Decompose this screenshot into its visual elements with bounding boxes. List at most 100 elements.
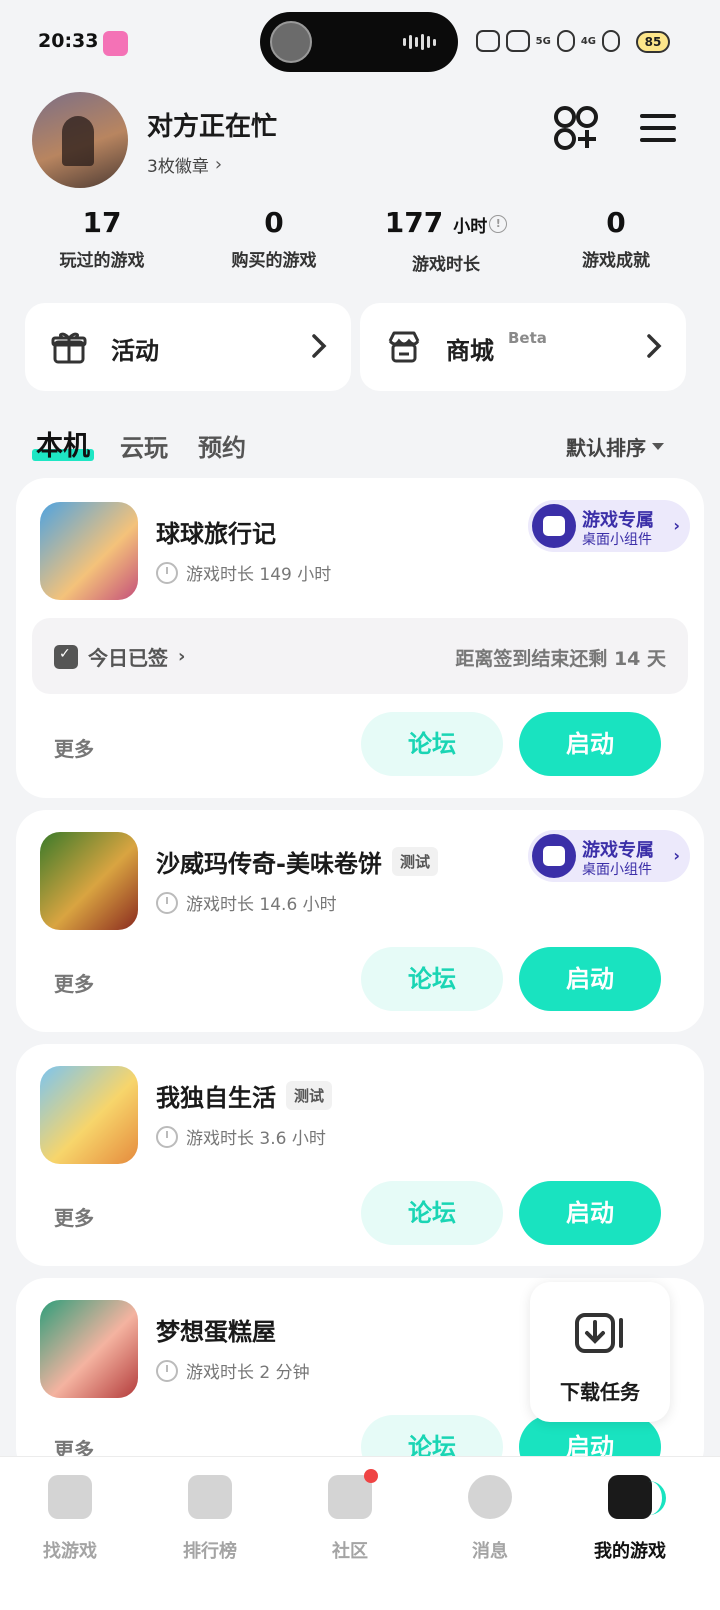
info-icon[interactable]: ! (489, 215, 508, 233)
calendar-check-icon (54, 644, 78, 669)
forum-button[interactable]: 论坛 (361, 1181, 503, 1245)
tab-local[interactable]: 本机 (32, 424, 94, 463)
nav-label: 消息 (472, 1541, 508, 1562)
widget-subtitle: 桌面小组件 (582, 532, 652, 548)
status-icons: 5G 4G (475, 30, 620, 52)
chevron-right-icon (647, 334, 662, 358)
rankings-icon (188, 1475, 232, 1519)
stat-label: 购买的游戏 (231, 251, 317, 271)
gamepad-icon (532, 504, 576, 548)
sort-dropdown[interactable]: 默认排序 (566, 432, 664, 461)
notify-icon (505, 30, 530, 52)
more-button[interactable]: 更多 (54, 733, 94, 762)
badges-link[interactable]: 3枚徽章 › (147, 152, 222, 177)
widget-subtitle: 桌面小组件 (582, 862, 652, 878)
stat-value: 0 (606, 206, 626, 239)
tab-reserve[interactable]: 预约 (198, 428, 246, 463)
game-icon (40, 832, 138, 930)
widget-pill-button[interactable]: 游戏专属 桌面小组件 › (528, 500, 690, 552)
game-playtime-row: 游戏时长 2 分钟 (156, 1358, 310, 1383)
stat-played-games[interactable]: 17 玩过的游戏 (16, 206, 188, 271)
game-playtime: 游戏时长 149 小时 (186, 565, 332, 585)
game-tabs: 本机 云玩 预约 (32, 424, 246, 463)
signal-icon (602, 30, 620, 52)
store-card[interactable]: 商城 Beta (360, 303, 686, 391)
game-icon (40, 1066, 138, 1164)
dynamic-island[interactable] (260, 12, 458, 72)
chat-bubble-icon (468, 1475, 512, 1519)
activity-label: 活动 (111, 337, 159, 365)
stat-unit: 小时 (453, 217, 488, 237)
bottom-nav: 找游戏 排行榜 社区 消息 我的游戏 (0, 1456, 720, 1610)
widget-pill-button[interactable]: 游戏专属 桌面小组件 › (528, 830, 690, 882)
stat-playtime[interactable]: 177 小时! 游戏时长 (360, 206, 532, 275)
game-icon (40, 1300, 138, 1398)
game-title-row: 我独自生活 测试 (156, 1078, 333, 1113)
game-title: 球球旅行记 (156, 520, 276, 548)
game-card[interactable]: 球球旅行记 游戏时长 149 小时 游戏专属 桌面小组件 › 今日已签 › 距离… (16, 478, 704, 798)
nav-label: 找游戏 (43, 1541, 97, 1562)
timer-icon (156, 891, 178, 914)
store-icon (388, 331, 420, 363)
badges-label: 3枚徽章 (147, 157, 209, 177)
nav-find-games[interactable]: 找游戏 (10, 1475, 130, 1563)
notification-dot (364, 1469, 378, 1483)
status-time: 20:33 (38, 30, 99, 52)
caret-down-icon (652, 443, 664, 450)
game-playtime-row: 游戏时长 3.6 小时 (156, 1124, 326, 1149)
gamepad-icon (608, 1475, 666, 1519)
chevron-right-icon: › (214, 154, 223, 175)
stat-label: 游戏成就 (582, 251, 650, 271)
stat-value: 17 (82, 206, 122, 239)
battery-icon: 85 (636, 31, 670, 53)
tab-cloud[interactable]: 云玩 (120, 428, 168, 463)
download-tasks-button[interactable]: 下载任务 (530, 1282, 670, 1422)
find-games-icon (48, 1475, 92, 1519)
sort-label: 默认排序 (566, 436, 646, 460)
menu-button[interactable] (634, 104, 682, 152)
game-title: 我独自生活 (156, 1084, 276, 1112)
timer-icon (156, 1359, 178, 1382)
game-title: 沙威玛传奇-美味卷饼 (156, 850, 382, 878)
nav-label: 社区 (332, 1541, 368, 1562)
signal-icon (556, 30, 575, 52)
chevron-right-icon: › (178, 646, 186, 667)
game-playtime-row: 游戏时长 14.6 小时 (156, 890, 337, 915)
game-title-row: 梦想蛋糕屋 (156, 1312, 276, 1347)
launch-button[interactable]: 启动 (519, 1181, 661, 1245)
nav-label: 我的游戏 (594, 1541, 666, 1562)
avatar[interactable] (32, 92, 128, 188)
nav-label: 排行榜 (183, 1541, 237, 1562)
timer-icon (156, 1125, 178, 1148)
checkin-remaining: 距离签到结束还剩 14 天 (455, 648, 666, 670)
chevron-right-icon: › (673, 516, 680, 535)
apps-grid-button[interactable] (552, 104, 600, 152)
launch-button[interactable]: 启动 (519, 947, 661, 1011)
stat-value-row: 177 小时! (360, 206, 532, 244)
gamepad-icon (532, 834, 576, 878)
profile-name: 对方正在忙 (147, 112, 278, 142)
nav-community[interactable]: 社区 (290, 1469, 410, 1563)
test-tag: 测试 (391, 847, 438, 876)
more-button[interactable]: 更多 (54, 1202, 94, 1231)
game-icon (40, 502, 138, 600)
game-card[interactable]: 我独自生活 测试 游戏时长 3.6 小时 更多 论坛 启动 (16, 1044, 704, 1266)
checkin-bar[interactable]: 今日已签 › 距离签到结束还剩 14 天 (32, 618, 688, 694)
nav-messages[interactable]: 消息 (430, 1475, 550, 1563)
game-playtime: 游戏时长 14.6 小时 (186, 895, 337, 915)
game-card[interactable]: 沙威玛传奇-美味卷饼 测试 游戏时长 14.6 小时 游戏专属 桌面小组件 › … (16, 810, 704, 1032)
more-button[interactable]: 更多 (54, 968, 94, 997)
nav-rankings[interactable]: 排行榜 (150, 1475, 270, 1563)
forum-button[interactable]: 论坛 (361, 712, 503, 776)
forum-button[interactable]: 论坛 (361, 947, 503, 1011)
beta-badge: Beta (508, 329, 547, 347)
apps-grid-icon (554, 106, 598, 150)
launch-button[interactable]: 启动 (519, 712, 661, 776)
test-tag: 测试 (286, 1081, 333, 1110)
game-title: 梦想蛋糕屋 (156, 1318, 276, 1346)
activity-card[interactable]: 活动 (25, 303, 351, 391)
stat-purchased-games[interactable]: 0 购买的游戏 (188, 206, 360, 271)
nav-my-games[interactable]: 我的游戏 (570, 1475, 690, 1563)
gift-icon (51, 332, 87, 364)
stat-achievements[interactable]: 0 游戏成就 (530, 206, 702, 271)
